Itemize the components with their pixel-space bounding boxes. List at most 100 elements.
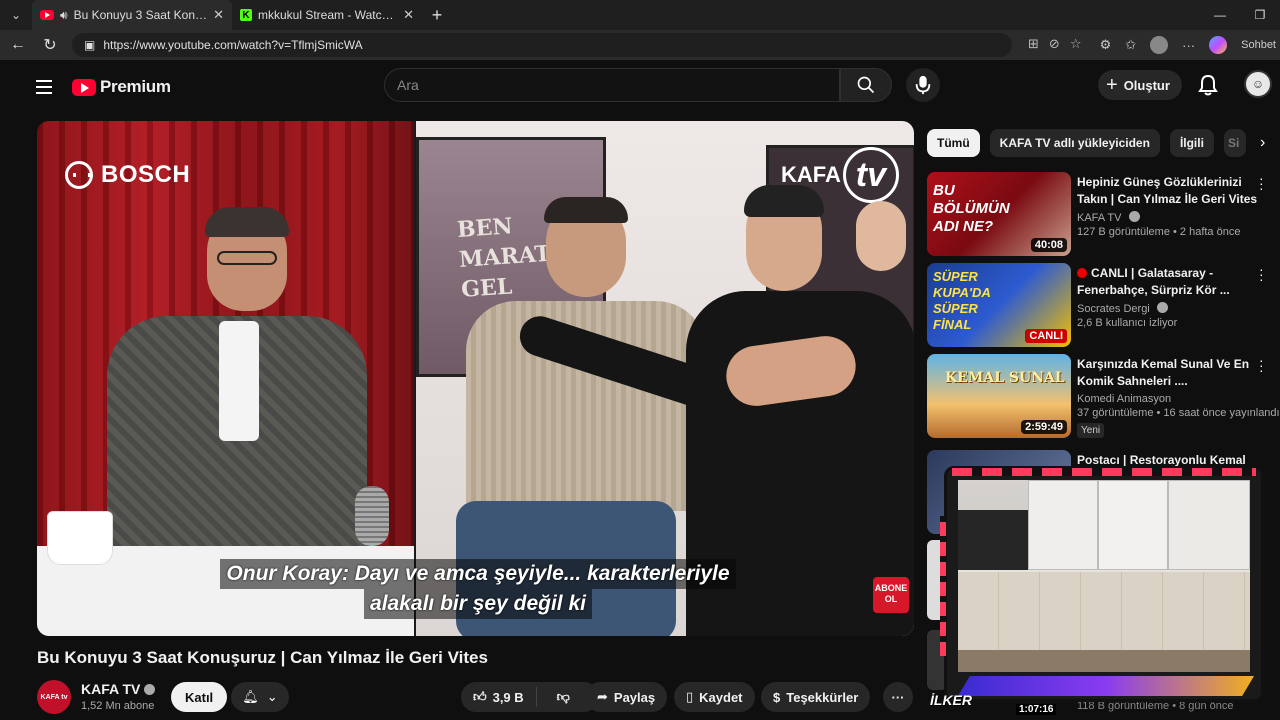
channel-name: KAFA TV bbox=[81, 681, 141, 697]
studio-microphone bbox=[355, 486, 389, 546]
refresh-icon[interactable]: ↻ bbox=[40, 35, 60, 55]
like-count: 3,9 B bbox=[492, 689, 524, 705]
chip-all[interactable]: Tümü bbox=[927, 129, 980, 157]
voice-search-button[interactable] bbox=[906, 68, 940, 102]
create-label: Oluştur bbox=[1123, 77, 1170, 93]
like-dislike-group: 👍︎ 3,9 B 👎︎ bbox=[461, 682, 599, 712]
youtube-header: Premium Ara + Oluştur ☺ bbox=[10, 62, 1280, 112]
video-meta: 2,6 B kullanıcı izliyor bbox=[1077, 317, 1178, 329]
microphone-icon bbox=[915, 75, 931, 95]
channel-name[interactable]: Socrates Dergi bbox=[1077, 303, 1150, 315]
copilot-icon[interactable] bbox=[1209, 36, 1228, 54]
search-icon bbox=[857, 76, 875, 94]
close-tab-icon[interactable]: ✕ bbox=[403, 7, 414, 23]
dislike-button[interactable]: 👎︎ bbox=[543, 689, 584, 705]
notifications-button[interactable] bbox=[1198, 74, 1218, 101]
video-info: CANLI | Galatasaray - Fenerbahçe, Sürpri… bbox=[1077, 265, 1262, 329]
video-subtitles: Onur Koray: Dayı ve amca şeyiyle... kara… bbox=[213, 559, 743, 619]
youtube-logo[interactable]: Premium bbox=[72, 77, 171, 97]
save-button[interactable]: ▯ Kaydet bbox=[674, 682, 755, 712]
address-bar-actions: ⊞ ⊘ ☆ bbox=[1028, 36, 1081, 52]
channel-container: KAFA TV bbox=[1077, 211, 1262, 224]
profile-avatar-icon[interactable] bbox=[1150, 36, 1169, 54]
search-input[interactable]: Ara bbox=[384, 68, 840, 102]
filter-chips: Tümü KAFA TV adlı yükleyiciden İlgili Si… bbox=[927, 128, 1267, 158]
favorites-icon[interactable]: ✩ bbox=[1125, 37, 1136, 53]
channel-avatar[interactable]: KAFA tv bbox=[37, 680, 71, 714]
menu-hamburger-icon[interactable] bbox=[24, 80, 64, 94]
video-meta: 37 görüntüleme • 16 saat önce yayınlandı bbox=[1077, 407, 1280, 419]
subscriber-count: 1,52 Mn abone bbox=[81, 700, 155, 712]
video-meta: 127 B görüntüleme • 2 hafta önce bbox=[1077, 226, 1241, 238]
share-arrow-icon: ➦ bbox=[597, 689, 608, 704]
minimize-icon[interactable]: — bbox=[1200, 8, 1240, 22]
back-arrow-icon[interactable]: ← bbox=[8, 36, 28, 54]
channel-name[interactable]: Komedi Animasyon bbox=[1077, 393, 1262, 405]
like-button[interactable]: 👍︎ 3,9 B bbox=[461, 687, 537, 707]
video-thumbnail[interactable]: KEMAL SUNAL 2:59:49 bbox=[927, 354, 1071, 438]
site-info-icon[interactable]: ▣ bbox=[84, 38, 95, 52]
bookmark-icon: ▯ bbox=[686, 689, 694, 704]
maximize-icon[interactable]: ❐ bbox=[1240, 8, 1280, 22]
account-avatar-icon[interactable]: ☺ bbox=[1244, 70, 1272, 98]
join-button[interactable]: Katıl bbox=[171, 682, 228, 712]
overlay-decoration bbox=[952, 468, 1256, 476]
thumbs-up-icon: 👍︎ bbox=[473, 689, 487, 704]
host-person bbox=[77, 207, 387, 556]
extensions-icon[interactable]: ⚙ bbox=[1100, 37, 1112, 53]
video-title[interactable]: Karşınızda Kemal Sunal Ve En Komik Sahne… bbox=[1077, 356, 1262, 390]
browser-tab-kick[interactable]: K mkkukul Stream - Watch Live on Kick ✕ bbox=[232, 0, 422, 30]
sponsor-logo: BOSCH bbox=[65, 161, 190, 189]
tab-title: Bu Konuyu 3 Saat Konuşuruz | Can Yılmaz … bbox=[73, 8, 208, 22]
close-tab-icon[interactable]: ✕ bbox=[213, 7, 224, 23]
verified-check-icon bbox=[1128, 211, 1140, 222]
more-vertical-icon[interactable]: · · · bbox=[1259, 171, 1264, 195]
channel-container: Socrates Dergi bbox=[1077, 302, 1262, 315]
url-field[interactable]: ▣ https://www.youtube.com/watch?v=TflmjS… bbox=[72, 33, 1012, 57]
subscription-bell-button[interactable]: 🔔︎ ⌄ bbox=[231, 682, 289, 712]
speaker-icon[interactable]: 🔊︎ bbox=[60, 8, 68, 23]
browser-tab-youtube[interactable]: 🔊︎ Bu Konuyu 3 Saat Konuşuruz | Can Yılm… bbox=[32, 0, 232, 30]
channel-name-container[interactable]: KAFA TV bbox=[81, 681, 156, 697]
share-label: Paylaş bbox=[613, 689, 656, 705]
search-button[interactable] bbox=[840, 68, 892, 102]
recommended-video[interactable]: KEMAL SUNAL 2:59:49 Karşınızda Kemal Sun… bbox=[927, 353, 1280, 440]
chip-partial[interactable]: Si bbox=[1223, 129, 1246, 157]
chip-related[interactable]: İlgili bbox=[1169, 129, 1214, 157]
more-vertical-icon[interactable]: · · · bbox=[1259, 353, 1264, 377]
youtube-play-logo-icon bbox=[72, 78, 96, 96]
video-thumbnail[interactable]: SÜPER KUPA'DA SÜPER FİNAL CANLI bbox=[927, 263, 1071, 347]
chevron-right-icon[interactable]: › bbox=[1260, 134, 1265, 152]
stream-timer: 1:07:16 bbox=[1016, 704, 1057, 715]
verified-check-icon bbox=[1156, 302, 1168, 313]
browser-toolbar: ⚙ ✩ ··· Sohbet bbox=[1100, 36, 1276, 54]
video-player[interactable]: BOSCH BEN MARAT GEL KAFA tv ABONE OL Onu… bbox=[37, 121, 914, 636]
chip-from-uploader[interactable]: KAFA TV adlı yükleyiciden bbox=[989, 129, 1160, 157]
logo-text: Premium bbox=[100, 77, 171, 96]
channel-name[interactable]: KAFA TV bbox=[1077, 212, 1121, 224]
recommended-video[interactable]: BU BÖLÜMÜN ADI NE? 40:08 Hepiniz Güneş G… bbox=[927, 171, 1272, 258]
video-thumbnail[interactable]: BU BÖLÜMÜN ADI NE? 40:08 bbox=[927, 172, 1071, 256]
thanks-button[interactable]: $ Teşekkürler bbox=[761, 682, 871, 712]
recommended-video[interactable]: SÜPER KUPA'DA SÜPER FİNAL CANLI CANLI | … bbox=[927, 262, 1272, 349]
tracking-prevention-icon[interactable]: ⊘ bbox=[1049, 36, 1060, 52]
more-actions-button[interactable]: ··· bbox=[883, 682, 913, 712]
bell-icon: 🔔︎ bbox=[242, 689, 259, 704]
sidebar-label[interactable]: Sohbet bbox=[1241, 39, 1276, 51]
video-title[interactable]: Hepiniz Güneş Gözlüklerinizi Takın | Can… bbox=[1077, 174, 1262, 208]
app-available-icon[interactable]: ⊞ bbox=[1028, 36, 1039, 52]
more-horizontal-icon: ··· bbox=[891, 689, 905, 705]
create-button[interactable]: + Oluştur bbox=[1098, 70, 1182, 100]
streamer-name: İLKER bbox=[930, 692, 972, 708]
favorite-star-icon[interactable]: ☆ bbox=[1070, 36, 1082, 52]
bell-icon bbox=[1198, 74, 1218, 96]
tab-list-chevron-icon[interactable]: ⌄ bbox=[0, 0, 32, 30]
thumbs-down-icon: 👎︎ bbox=[556, 689, 570, 704]
more-menu-icon[interactable]: ··· bbox=[1182, 38, 1195, 53]
share-button[interactable]: ➦ Paylaş bbox=[585, 682, 668, 712]
more-vertical-icon[interactable]: · · · bbox=[1259, 262, 1264, 286]
thumbnail-text: BU BÖLÜMÜN ADI NE? bbox=[933, 182, 1010, 235]
webcam-overlay: İLKER 1:07:16 bbox=[930, 466, 1264, 715]
new-tab-plus-icon[interactable]: + bbox=[422, 0, 452, 30]
video-title-container[interactable]: CANLI | Galatasaray - Fenerbahçe, Sürpri… bbox=[1077, 265, 1262, 299]
